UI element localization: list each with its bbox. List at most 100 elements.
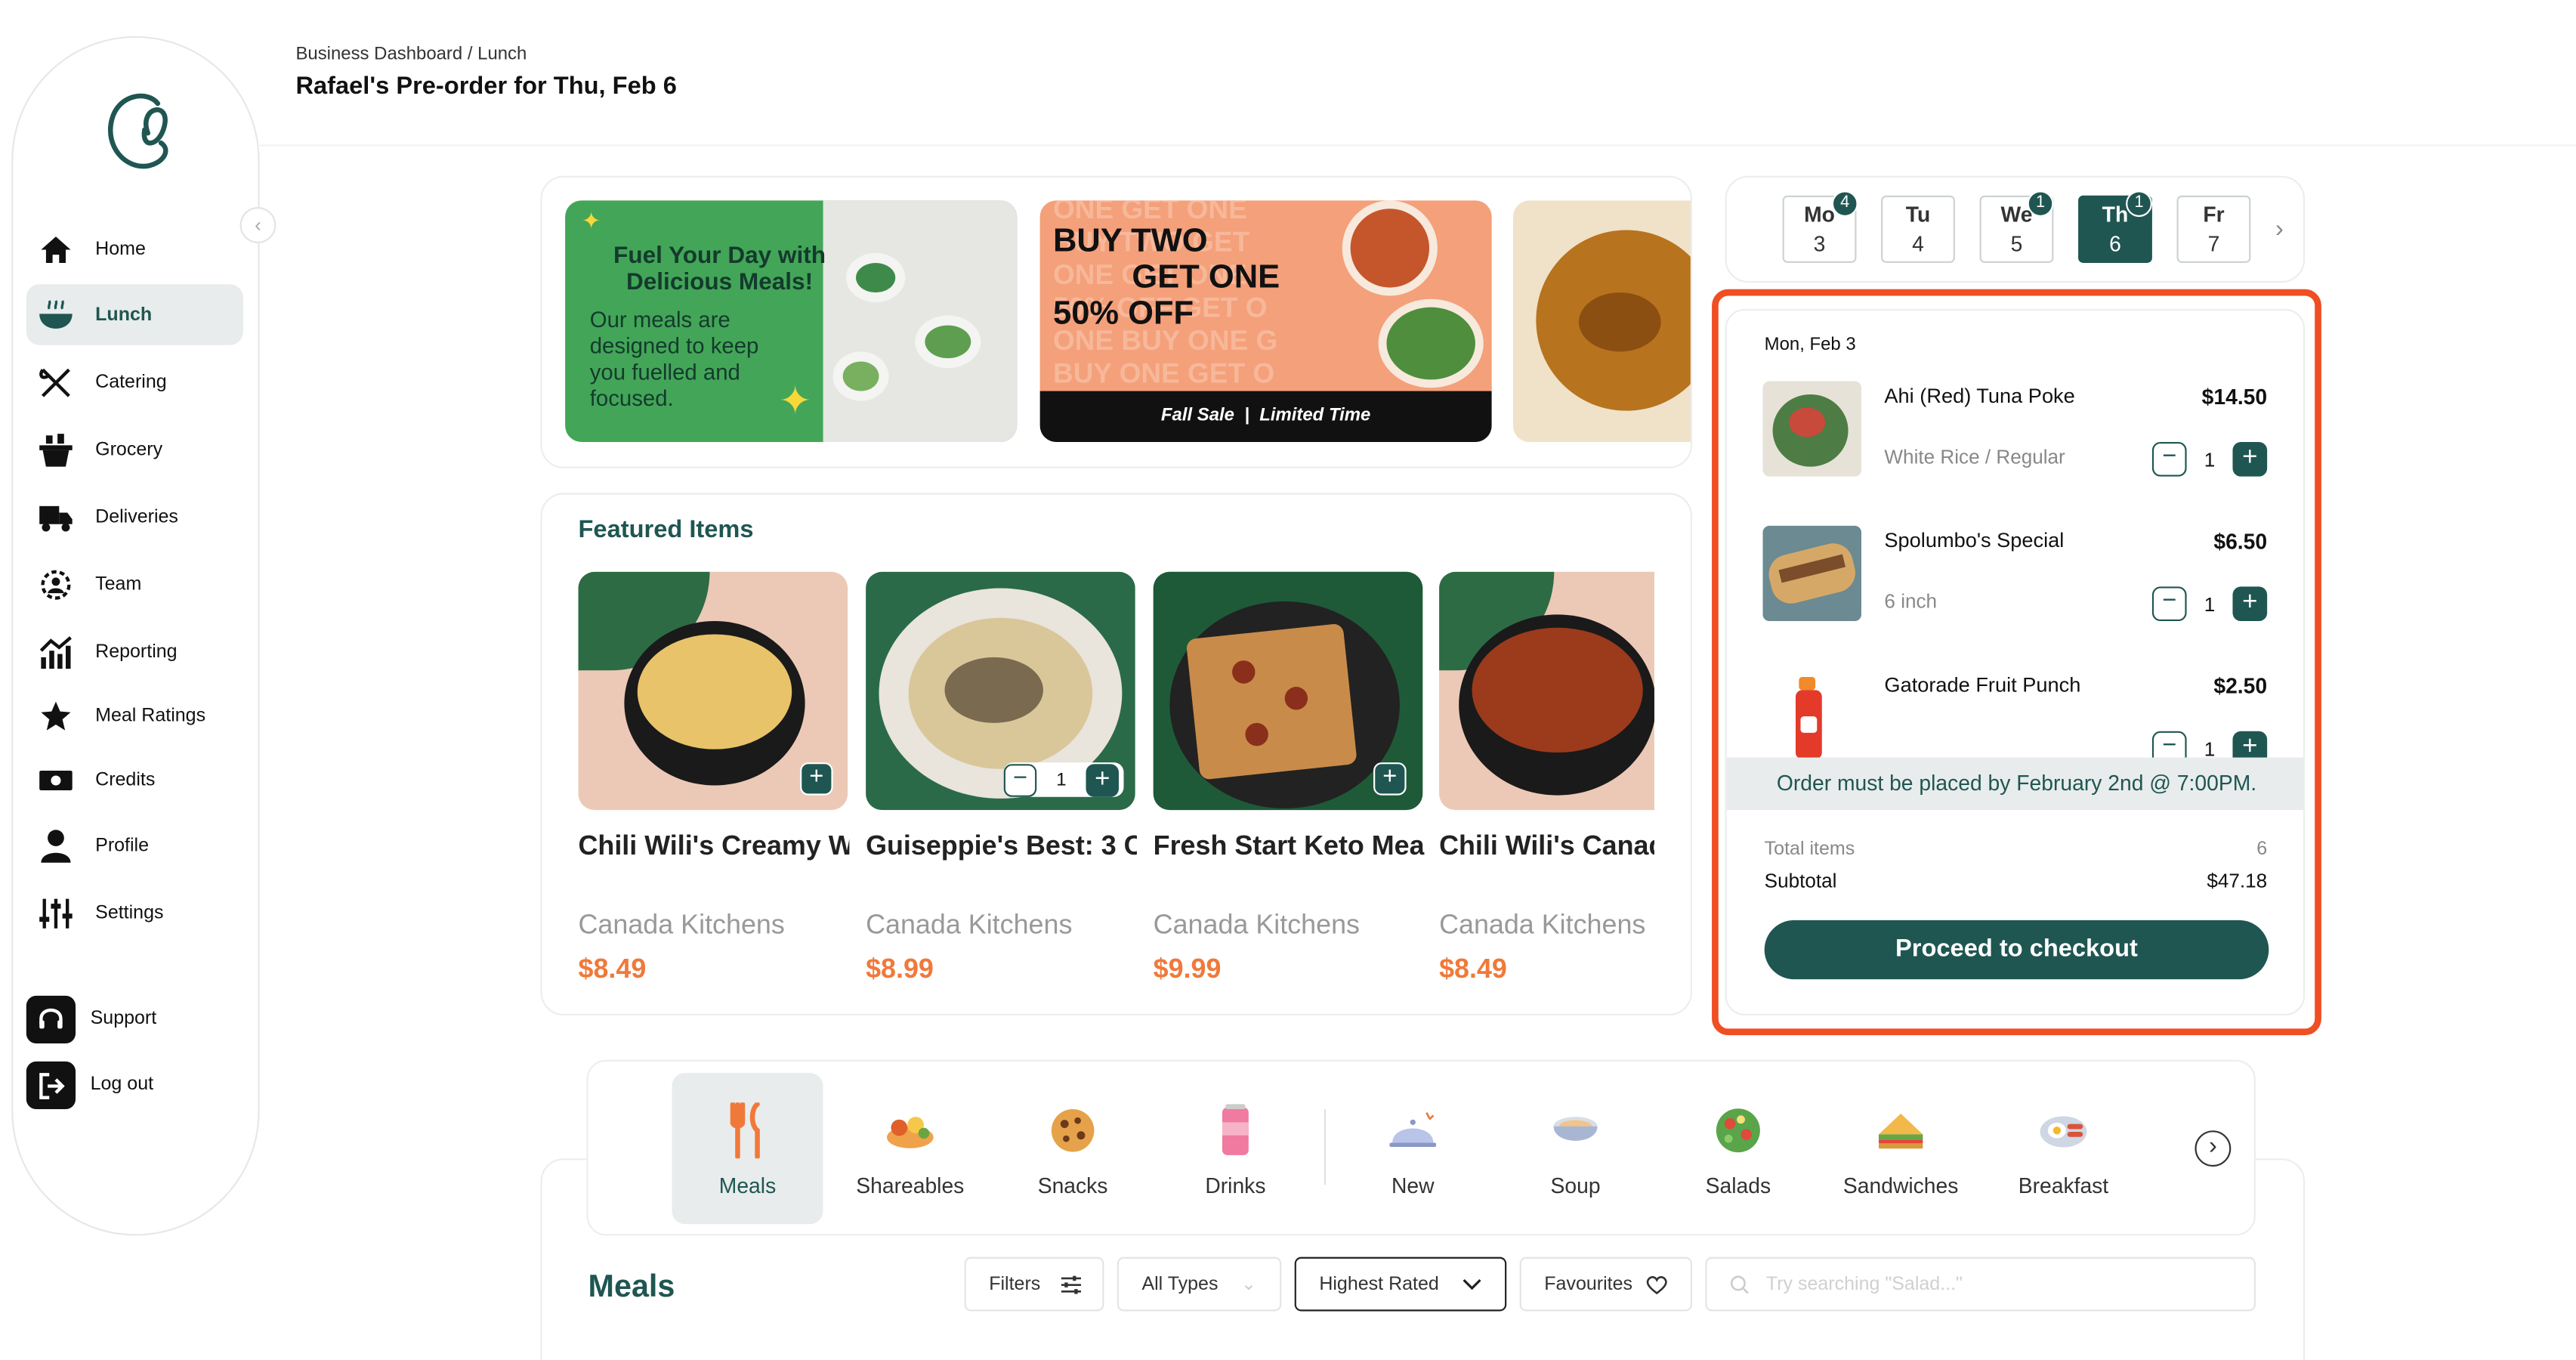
team-icon xyxy=(38,566,74,602)
category-sandwiches[interactable]: Sandwiches xyxy=(1825,1073,1976,1224)
item-name[interactable]: Fresh Start Keto Meat Lovers Pizza xyxy=(1154,825,1425,868)
sidebar-item-label: Meal Ratings xyxy=(95,706,206,726)
day-badge: 1 xyxy=(2126,190,2152,218)
support-label[interactable]: Support xyxy=(91,1009,157,1028)
add-to-cart-button[interactable]: + xyxy=(1373,762,1407,796)
cart-item-option: 6 inch xyxy=(1884,589,1938,614)
category-label: Snacks xyxy=(1037,1173,1108,1198)
category-salads[interactable]: Salads xyxy=(1663,1073,1814,1224)
sidebar-item-deliveries[interactable]: Deliveries xyxy=(26,487,243,547)
logout-icon xyxy=(39,1072,65,1099)
category-snacks[interactable]: Snacks xyxy=(997,1073,1148,1224)
day-badge: 1 xyxy=(2027,190,2054,218)
category-label: Shareables xyxy=(856,1173,965,1198)
cart-item-qty: 1 xyxy=(2204,593,2216,617)
support-button[interactable] xyxy=(26,995,76,1043)
sidebar-item-label: Credits xyxy=(95,769,156,790)
day-badge: 4 xyxy=(1831,190,1858,218)
category-label: Sandwiches xyxy=(1842,1173,1959,1198)
search-icon xyxy=(1730,1275,1749,1294)
header-divider xyxy=(259,144,2576,147)
add-to-cart-button[interactable]: + xyxy=(800,762,833,796)
promo-banner-sale[interactable]: ONE GET ONE BUY TWO GET ONE GET ONE 50% … xyxy=(1039,200,1492,443)
decrease-qty-button[interactable]: − xyxy=(2151,442,2187,477)
banner-sale-line2: GET ONE xyxy=(1132,259,1280,296)
cookie-icon xyxy=(1048,1102,1097,1158)
sort-select[interactable]: Highest Rated xyxy=(1294,1256,1507,1312)
cart-panel: Mon, Feb 3 Ahi (Red) Tuna Poke $14.50 Wh… xyxy=(1725,308,2306,1015)
favourites-button[interactable]: Favourites xyxy=(1519,1256,1692,1312)
banner-sale-line3: 50% OFF xyxy=(1053,295,1194,332)
search-input[interactable]: Try searching "Salad..." xyxy=(1705,1256,2256,1312)
banner-bg-text: BUY ONE GET O xyxy=(1053,358,1275,390)
filters-button[interactable]: Filters xyxy=(964,1256,1104,1312)
decrease-qty-button[interactable]: − xyxy=(1003,763,1037,796)
cart-item-name: Ahi (Red) Tuna Poke xyxy=(1884,384,2075,408)
promo-banner-meals[interactable]: Fuel Your Day with Delicious Meals! Our … xyxy=(565,200,1018,443)
day-number: 7 xyxy=(2207,231,2220,257)
item-price: $8.49 xyxy=(1439,954,1507,984)
types-select[interactable]: All Types ⌄ xyxy=(1117,1256,1282,1312)
cart-item-price: $6.50 xyxy=(2213,529,2268,554)
cart-item-option: White Rice / Regular xyxy=(1884,445,2065,468)
decrease-qty-button[interactable]: − xyxy=(2151,586,2187,622)
category-meals[interactable]: Meals xyxy=(672,1073,823,1225)
sidebar-item-home[interactable]: Home xyxy=(26,218,243,279)
chart-icon xyxy=(38,633,74,669)
featured-items-title: Featured Items xyxy=(578,515,754,544)
item-name[interactable]: Chili Wili's Creamy White Chicken Chili xyxy=(579,825,850,868)
sidebar-item-label: Team xyxy=(95,574,142,595)
sidebar-item-settings[interactable]: Settings xyxy=(26,882,243,943)
item-name[interactable]: Guiseppie's Best: 3 Cheese Tortellini ..… xyxy=(866,825,1137,868)
logout-button[interactable] xyxy=(26,1061,76,1109)
category-shareables[interactable]: Shareables xyxy=(835,1073,986,1224)
item-vendor: Canada Kitchens xyxy=(1153,910,1360,940)
category-drinks[interactable]: Drinks xyxy=(1160,1073,1311,1224)
sidebar-item-credits[interactable]: Credits xyxy=(26,750,243,810)
chevron-right-icon[interactable]: › xyxy=(2275,215,2284,243)
logout-label[interactable]: Log out xyxy=(91,1074,153,1094)
user-icon xyxy=(38,827,74,864)
sidebar-item-catering[interactable]: Catering xyxy=(26,351,243,412)
category-soup[interactable]: Soup xyxy=(1500,1073,1651,1224)
truck-icon xyxy=(38,499,74,535)
cart-item-image xyxy=(1762,381,1861,477)
item-price: $9.99 xyxy=(1153,954,1222,984)
item-image[interactable] xyxy=(1439,571,1654,811)
total-items-label: Total items xyxy=(1764,839,1855,860)
promo-banner-curry[interactable] xyxy=(1512,200,1691,443)
increase-qty-button[interactable]: + xyxy=(1086,763,1119,796)
breadcrumb[interactable]: Business Dashboard / Lunch xyxy=(295,45,527,64)
increase-qty-button[interactable]: + xyxy=(2232,586,2268,622)
sidebar-item-lunch[interactable]: Lunch xyxy=(26,284,243,345)
category-new[interactable]: New xyxy=(1337,1073,1488,1224)
banner-headline: Fuel Your Day with Delicious Meals! xyxy=(613,243,826,296)
category-label: Soup xyxy=(1550,1173,1601,1198)
sidebar-item-label: Reporting xyxy=(95,641,178,662)
item-vendor: Canada Kitchens xyxy=(1439,910,1646,940)
categories-next-button[interactable]: › xyxy=(2195,1130,2232,1167)
item-name[interactable]: Chili Wili's Canadian Bison... xyxy=(1439,825,1654,868)
sidebar-item-grocery[interactable]: Grocery xyxy=(26,419,243,480)
day-tuesday[interactable]: Tu 4 xyxy=(1881,195,1955,263)
sidebar-item-profile[interactable]: Profile xyxy=(26,815,243,876)
app-logo[interactable] xyxy=(98,84,181,176)
category-divider xyxy=(1324,1108,1327,1185)
order-deadline-notice: Order must be placed by February 2nd @ 7… xyxy=(1726,757,2303,811)
item-vendor: Canada Kitchens xyxy=(578,910,785,940)
collapse-sidebar-button[interactable]: ‹ xyxy=(239,207,276,243)
sidebar-item-label: Home xyxy=(95,239,146,259)
category-breakfast[interactable]: Breakfast xyxy=(1988,1073,2139,1224)
money-icon xyxy=(38,762,74,798)
sidebar-item-reporting[interactable]: Reporting xyxy=(26,621,243,682)
increase-qty-button[interactable]: + xyxy=(2232,442,2268,477)
sidebar-item-meal-ratings[interactable]: Meal Ratings xyxy=(26,685,243,746)
fork-knife-icon xyxy=(723,1102,772,1159)
subtotal-label: Subtotal xyxy=(1764,869,1837,892)
proceed-to-checkout-button[interactable]: Proceed to checkout xyxy=(1764,920,2269,980)
headset-icon xyxy=(39,1007,63,1028)
sidebar-item-team[interactable]: Team xyxy=(26,554,243,614)
day-friday[interactable]: Fr 7 xyxy=(2176,195,2251,263)
item-qty-stepper[interactable]: − 1 + xyxy=(1003,762,1124,797)
meals-section-title: Meals xyxy=(588,1270,675,1305)
